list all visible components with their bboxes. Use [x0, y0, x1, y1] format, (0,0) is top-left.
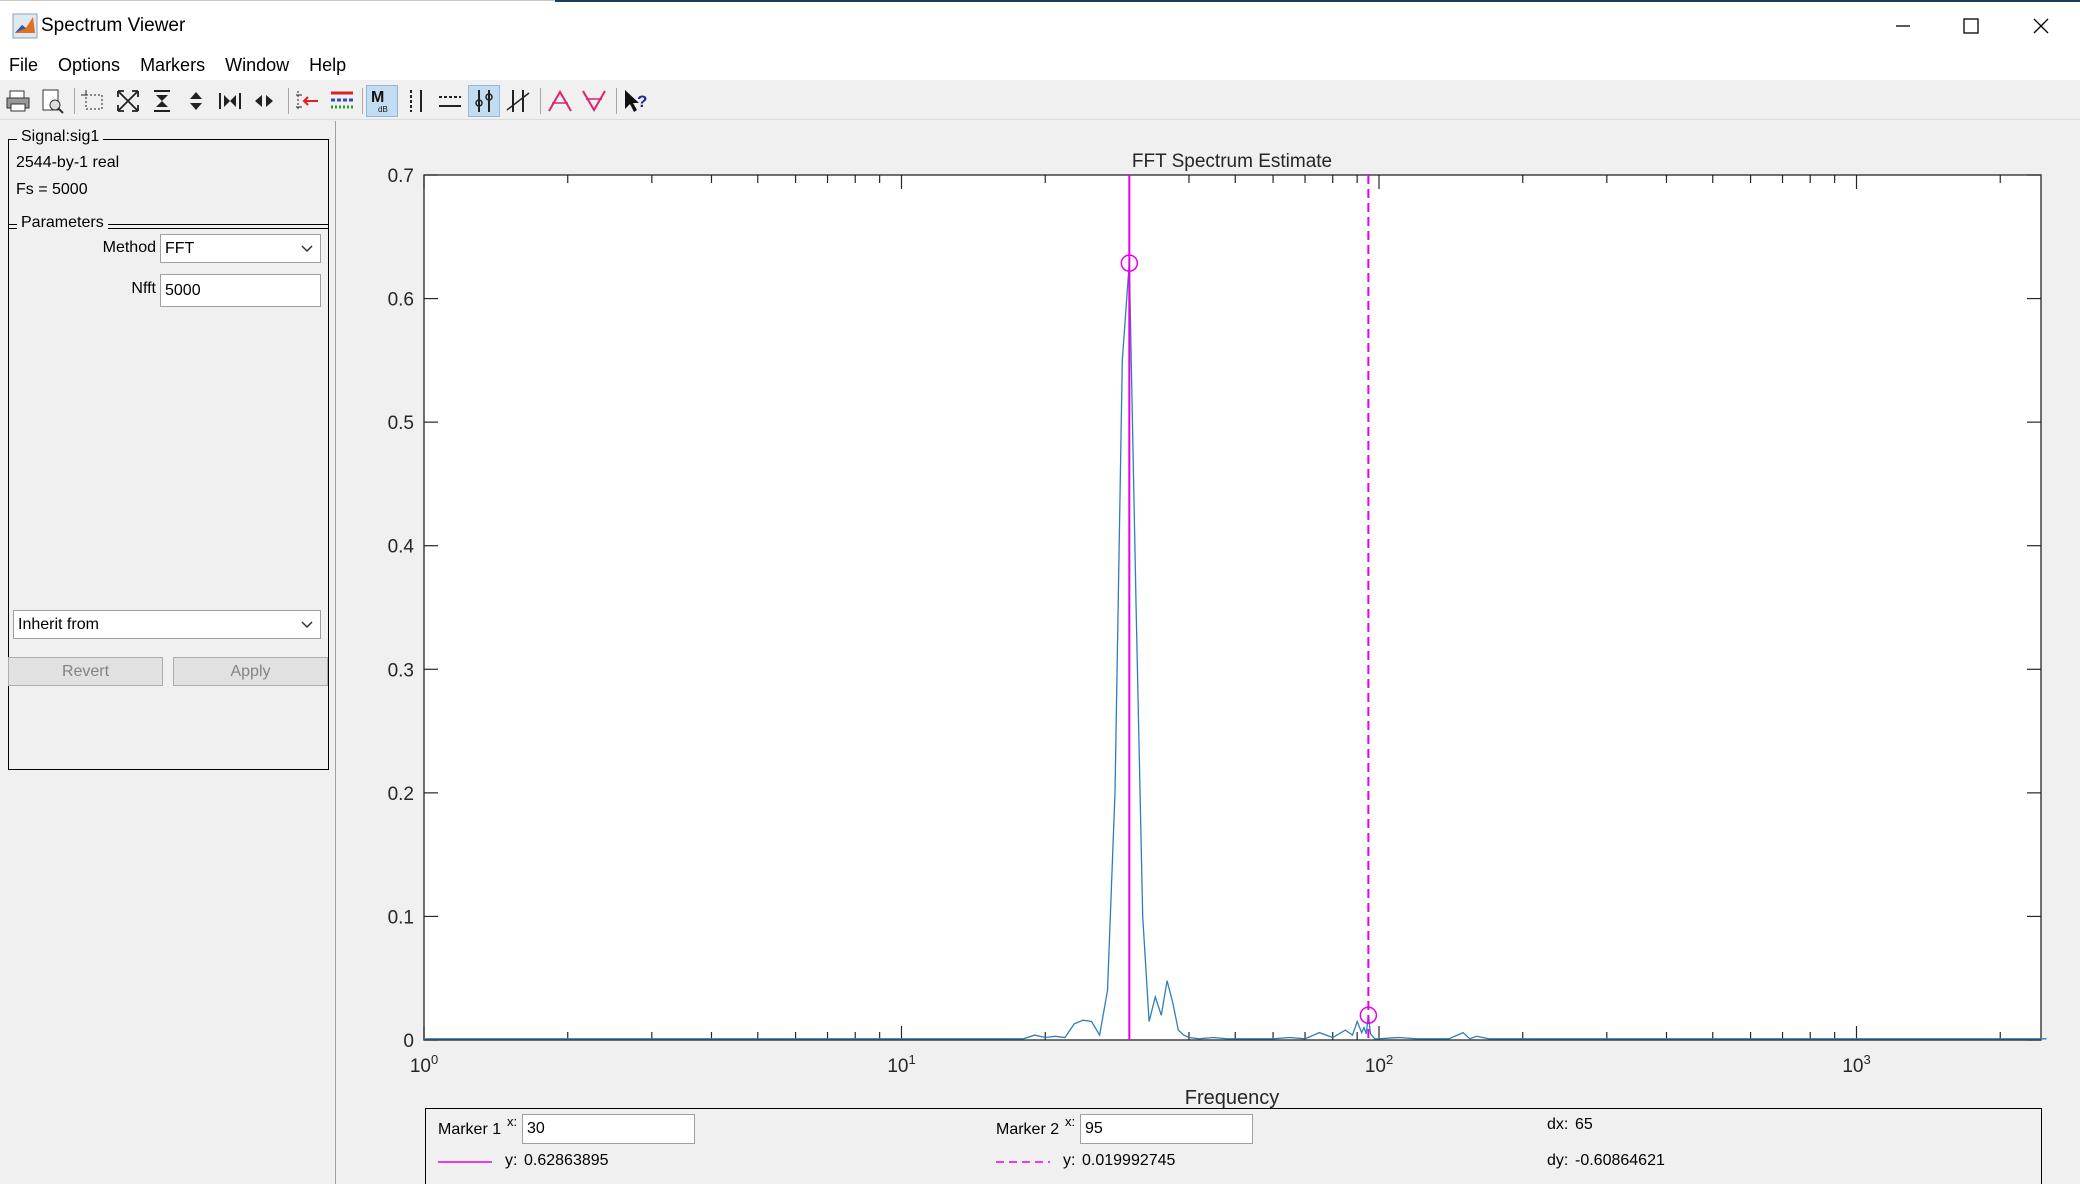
dy-label: dy:: [1547, 1152, 1569, 1169]
y-tick-label: 0.2: [388, 784, 414, 805]
marker-1-y-label: y:: [505, 1152, 518, 1169]
x-tick-labels: 100 101 102 103: [410, 1052, 1871, 1077]
dy-value: -0.60864621: [1575, 1152, 1665, 1169]
y-tick-label: 0: [403, 1031, 414, 1052]
x-tick-label: 100: [410, 1052, 438, 1077]
y-tick-label: 0.6: [388, 290, 414, 311]
marker-2-x-label: x:: [1065, 1114, 1076, 1129]
marker-2-label: Marker 2: [996, 1121, 1060, 1138]
y-tick-label: 0.3: [388, 660, 414, 681]
y-tick-label: 0.5: [388, 413, 414, 434]
marker-1-label: Marker 1: [438, 1121, 502, 1138]
marker-readout-panel: Marker 1 x: 30 y: 0.62863895 Marker 2 x:…: [425, 1108, 2042, 1184]
dx-label: dx:: [1547, 1116, 1569, 1133]
marker-1-x-label: x:: [507, 1114, 518, 1129]
x-tick-label: 102: [1365, 1052, 1393, 1077]
marker-2-y-value: 0.019992745: [1082, 1152, 1176, 1169]
y-tick-label: 0.7: [388, 166, 414, 187]
plot-title: FFT Spectrum Estimate: [1132, 151, 1332, 172]
marker-1-x-input[interactable]: 30: [522, 1114, 695, 1144]
dx-value: 65: [1575, 1116, 1593, 1133]
x-tick-label: 103: [1842, 1052, 1870, 1077]
x-tick-label: 101: [887, 1052, 915, 1077]
y-tick-labels: 0 0.1 0.2 0.3 0.4 0.5 0.6 0.7: [388, 166, 415, 1052]
marker-1-legend-line: [438, 1161, 492, 1163]
marker-2-x-input[interactable]: 95: [1080, 1114, 1253, 1144]
marker-1-y-value: 0.62863895: [524, 1152, 609, 1169]
spectrum-plot: 0 0.1 0.2 0.3 0.4 0.5 0.6 0.7 100 101 102 103 FFT …: [388, 151, 2047, 1109]
y-tick-label: 0.4: [388, 537, 415, 558]
x-axis-label: Frequency: [1185, 1087, 1280, 1109]
plot-axes-box: [423, 174, 2042, 1041]
marker-2-y-label: y:: [1063, 1152, 1076, 1169]
y-tick-label: 0.1: [388, 907, 414, 928]
marker-2-legend-line: [996, 1161, 1050, 1163]
